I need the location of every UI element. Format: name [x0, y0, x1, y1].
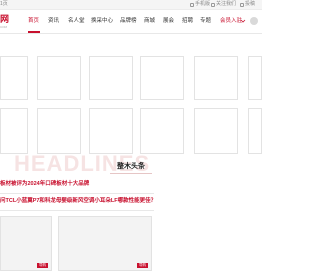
- feature-card[interactable]: [140, 56, 184, 100]
- feature-card[interactable]: [89, 56, 133, 100]
- post-link[interactable]: 投稿: [240, 1, 255, 8]
- nav-item-mall[interactable]: 商城: [144, 18, 155, 25]
- feature-card[interactable]: [248, 108, 262, 154]
- feature-card[interactable]: [37, 56, 81, 100]
- headline-divider: [0, 210, 154, 211]
- headline-link[interactable]: 板材被评为2024年口碑板材十大品牌: [0, 181, 89, 188]
- tile-tag: 导购: [37, 263, 48, 268]
- nav-item-procurement[interactable]: 换采中心: [91, 18, 113, 25]
- follow-link[interactable]: 关注我们: [211, 1, 236, 8]
- chevron-down-icon[interactable]: [240, 18, 246, 24]
- main-nav: 首页 资讯 名人堂 换采中心 品牌榜 商城 展会 招聘 专题 会员入驻: [0, 10, 262, 34]
- mobile-link-label: 手机版: [195, 1, 211, 7]
- nav-item-home[interactable]: 首页: [28, 18, 39, 25]
- post-link-label: 投稿: [245, 1, 256, 7]
- feature-card[interactable]: [0, 108, 28, 154]
- nav-item-news[interactable]: 资讯: [48, 18, 59, 25]
- feature-card[interactable]: [37, 108, 81, 154]
- follow-link-label: 关注我们: [216, 1, 237, 7]
- nav-item-hall-of-fame[interactable]: 名人堂: [68, 18, 85, 25]
- feature-card[interactable]: [140, 108, 184, 154]
- section-title: 整木头条: [117, 163, 145, 170]
- article-tile[interactable]: 导购: [0, 216, 52, 271]
- tile-tag: 导购: [137, 263, 148, 268]
- nav-item-jobs[interactable]: 招聘: [182, 18, 193, 25]
- article-tile[interactable]: 导购: [58, 216, 152, 271]
- headline-divider: [0, 193, 154, 194]
- edit-icon: [240, 2, 244, 7]
- feature-card[interactable]: [89, 108, 133, 154]
- mobile-icon: [190, 2, 194, 7]
- follow-icon: [211, 2, 215, 7]
- section-title-rule: [110, 173, 152, 174]
- feature-card[interactable]: [194, 108, 238, 154]
- nav-item-join[interactable]: 会员入驻: [220, 18, 242, 25]
- feature-card[interactable]: [0, 56, 28, 100]
- nav-active-underline: [28, 31, 40, 33]
- headline-link[interactable]: 问TCL小蓝翼P7和科龙母婴级新风空调小耳朵LF哪款性能更佳？: [0, 198, 156, 205]
- feature-card[interactable]: [194, 56, 238, 100]
- user-avatar-icon[interactable]: [250, 17, 258, 25]
- top-left-text: 1页: [0, 1, 8, 7]
- mobile-link[interactable]: 手机版: [190, 1, 210, 8]
- nav-item-brand-ranking[interactable]: 品牌榜: [120, 18, 137, 25]
- feature-card[interactable]: [248, 56, 262, 100]
- nav-item-exhibition[interactable]: 展会: [163, 18, 174, 25]
- top-utility-bar: 1页 手机版 关注我们 投稿: [0, 0, 262, 10]
- site-header: 网 COM 首页 资讯 名人堂 换采中心 品牌榜 商城 展会 招聘 专题 会员入…: [0, 10, 262, 34]
- nav-item-topics[interactable]: 专题: [200, 18, 211, 25]
